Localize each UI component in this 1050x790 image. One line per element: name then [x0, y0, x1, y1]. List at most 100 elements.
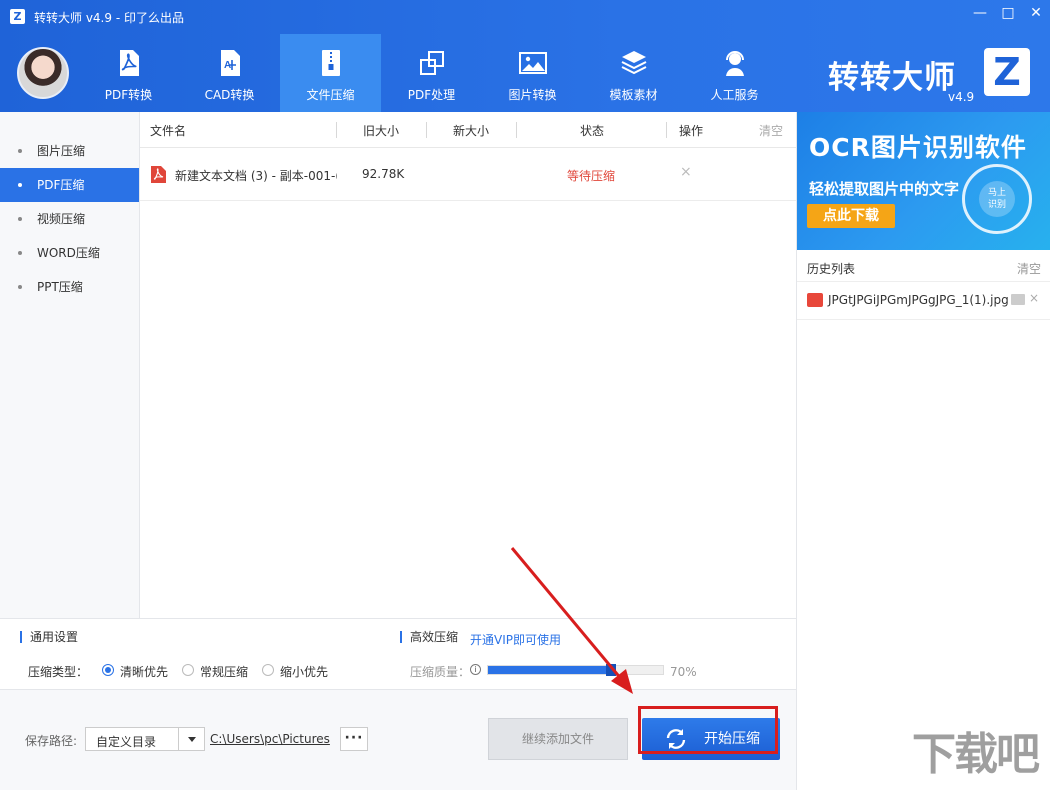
nav-item-file-compress[interactable]: 文件压缩 — [280, 34, 381, 112]
app-title: 转转大师 v4.9 - 印了么出品 — [34, 11, 184, 25]
nav-item-pdf-process[interactable]: PDF处理 — [381, 34, 482, 112]
radio-label: 缩小优先 — [280, 665, 329, 679]
nav-item-support[interactable]: 人工服务 — [684, 34, 785, 112]
file-old-size: 92.78K — [362, 167, 405, 181]
sidebar-item-label: 图片压缩 — [37, 144, 86, 158]
watermark: 下载吧 — [912, 729, 1040, 780]
title-bar: Z 转转大师 v4.9 - 印了么出品 — □ ✕ — [0, 0, 1050, 34]
ad-subtitle: 轻松提取图片中的文字 — [809, 180, 960, 198]
save-path-link[interactable]: C:\Users\pc\Pictures — [210, 732, 330, 746]
history-title: 历史列表 — [807, 262, 856, 276]
radio-size-first[interactable]: 缩小优先 — [262, 663, 328, 680]
open-folder-icon[interactable] — [1011, 294, 1025, 305]
save-dir-select[interactable]: 自定义目录 — [85, 727, 205, 751]
squares-icon — [419, 51, 444, 75]
history-remove-button[interactable]: × — [1029, 291, 1039, 305]
scan-badge-icon: 马上 识别 — [962, 164, 1032, 234]
app-logo-icon: Z — [10, 9, 25, 24]
quality-value: 70% — [670, 665, 697, 679]
nav-label: 模板素材 — [609, 88, 658, 102]
sidebar-item-ppt-compress[interactable]: PPT压缩 — [0, 270, 139, 304]
radio-normal-compress[interactable]: 常规压缩 — [182, 663, 248, 680]
sidebar-item-word-compress[interactable]: WORD压缩 — [0, 236, 139, 270]
column-header-new-size: 新大小 — [453, 124, 490, 138]
right-panel: OCR图片识别软件 轻松提取图片中的文字 点此下载 马上 识别 历史列表 清空 … — [796, 112, 1050, 790]
ad-title: OCR图片识别软件 — [809, 133, 1027, 162]
dropdown-toggle[interactable] — [178, 728, 204, 750]
pdf-file-icon — [151, 166, 166, 183]
bullet-icon — [18, 285, 22, 289]
compress-settings: 通用设置 压缩类型： 清晰优先 常规压缩 缩小优先 高效压缩 开通VIP即可使用… — [0, 618, 796, 690]
remove-file-button[interactable]: × — [680, 164, 692, 180]
radio-label: 常规压缩 — [200, 665, 249, 679]
image-file-icon — [807, 293, 823, 307]
slider-handle[interactable] — [605, 664, 616, 676]
browse-button[interactable]: ··· — [340, 727, 368, 751]
nav-label: CAD转换 — [204, 88, 255, 102]
nav-item-image-convert[interactable]: 图片转换 — [482, 34, 583, 112]
table-row[interactable]: 新建文本文档 (3) - 副本-001-( 92.78K 等待压缩 × — [140, 149, 796, 201]
history-item[interactable]: JPGtJPGiJPGmJPGgJPG_1(1).jpg × — [797, 282, 1050, 320]
bullet-icon — [18, 149, 22, 153]
quality-label: 压缩质量： — [410, 665, 471, 679]
column-divider — [426, 122, 427, 138]
brand-name: 转转大师 — [828, 60, 956, 96]
compress-type-label: 压缩类型： — [28, 665, 89, 679]
add-files-button[interactable]: 继续添加文件 — [488, 718, 628, 760]
file-table: 文件名 旧大小 新大小 状态 操作 清空 新建文本文档 (3) - 副本-001… — [140, 112, 796, 618]
close-button[interactable]: ✕ — [1022, 0, 1050, 26]
sidebar-item-pdf-compress[interactable]: PDF压缩 — [0, 168, 139, 202]
nav-item-pdf-convert[interactable]: PDF转换 — [78, 34, 179, 112]
sidebar-item-label: WORD压缩 — [37, 246, 100, 260]
layers-icon — [621, 51, 646, 75]
info-icon[interactable]: i — [470, 664, 481, 675]
brand-version: v4.9 — [948, 90, 975, 104]
sidebar-item-video-compress[interactable]: 视频压缩 — [0, 202, 139, 236]
column-header-action: 操作 — [679, 124, 704, 138]
vip-link[interactable]: 开通VIP即可使用 — [470, 631, 561, 648]
zip-icon — [321, 50, 340, 76]
minimize-button[interactable]: — — [966, 0, 994, 26]
start-compress-label: 开始压缩 — [704, 731, 760, 747]
footer: 保存路径: 自定义目录 C:\Users\pc\Pictures ··· 继续添… — [0, 690, 796, 790]
header: Z 转转大师 v4.9 - 印了么出品 — □ ✕ PDF转换 A CAD转换 — [0, 0, 1050, 112]
nav-item-cad-convert[interactable]: A CAD转换 — [179, 34, 280, 112]
column-divider — [516, 122, 517, 138]
history-clear-button[interactable]: 清空 — [1017, 260, 1041, 277]
window-controls: — □ ✕ — [966, 0, 1050, 28]
general-settings-title: 通用设置 — [20, 631, 78, 643]
nav-label: PDF转换 — [104, 88, 153, 102]
column-header-filename: 文件名 — [150, 124, 187, 138]
slider-fill — [488, 666, 611, 674]
radio-clarity-first[interactable]: 清晰优先 — [102, 663, 168, 680]
avatar[interactable] — [17, 47, 69, 99]
history-header: 历史列表 清空 — [797, 250, 1050, 282]
column-header-old-size: 旧大小 — [363, 124, 400, 138]
ad-download-button[interactable]: 点此下载 — [807, 204, 895, 228]
cad-icon: A — [220, 50, 240, 76]
main-nav: PDF转换 A CAD转换 文件压缩 PDF处理 图片转换 模板素材 人工服务 — [78, 34, 785, 112]
start-compress-button[interactable]: 开始压缩 — [642, 718, 780, 760]
bullet-icon — [18, 251, 22, 255]
table-header: 文件名 旧大小 新大小 状态 操作 清空 — [140, 112, 796, 148]
maximize-button[interactable]: □ — [994, 0, 1022, 26]
nav-label: PDF处理 — [407, 88, 456, 102]
quality-slider[interactable] — [487, 664, 664, 676]
sidebar-item-label: PPT压缩 — [37, 280, 83, 294]
refresh-icon — [666, 729, 686, 749]
sidebar-item-label: 视频压缩 — [37, 212, 86, 226]
column-header-status: 状态 — [580, 124, 605, 138]
save-path-label: 保存路径: — [25, 734, 78, 748]
badge-line: 马上 — [987, 188, 1006, 198]
chevron-down-icon — [188, 737, 196, 742]
sidebar-item-image-compress[interactable]: 图片压缩 — [0, 134, 139, 168]
radio-icon — [182, 664, 194, 676]
ocr-ad-banner[interactable]: OCR图片识别软件 轻松提取图片中的文字 点此下载 马上 识别 — [797, 112, 1050, 250]
bullet-icon — [18, 183, 22, 187]
clear-list-button[interactable]: 清空 — [759, 122, 783, 139]
badge-line: 识别 — [987, 200, 1006, 210]
column-divider — [666, 122, 667, 138]
brand-logo-icon: Z — [984, 48, 1030, 96]
nav-item-templates[interactable]: 模板素材 — [583, 34, 684, 112]
pdf-icon — [119, 50, 139, 76]
